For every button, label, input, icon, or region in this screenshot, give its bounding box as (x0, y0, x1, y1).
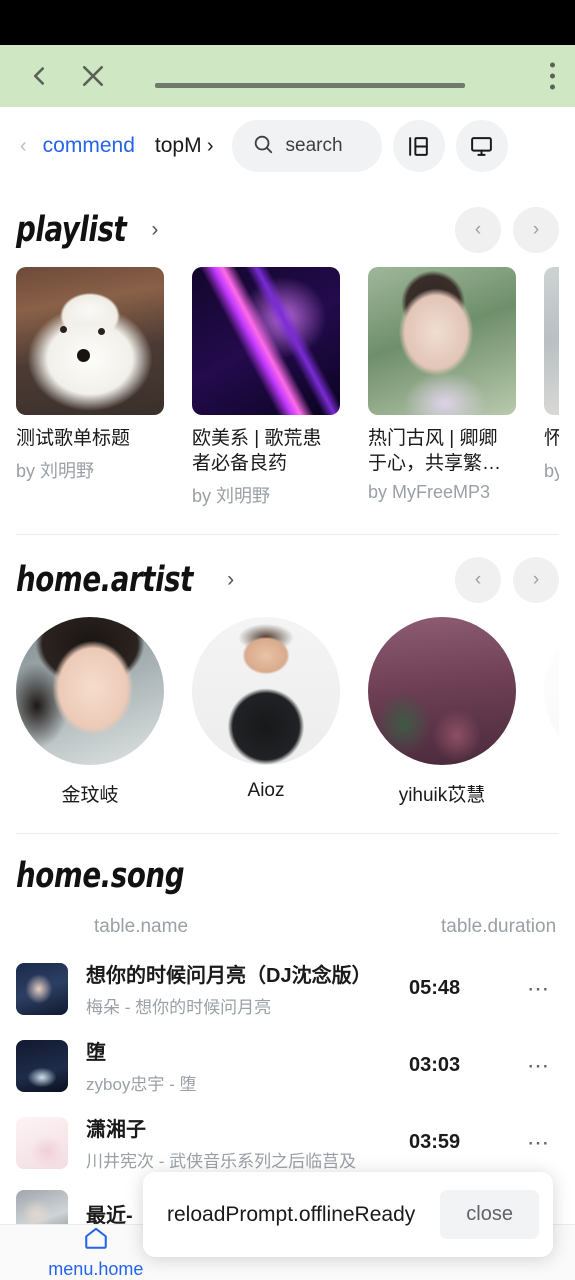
search-placeholder: search (285, 135, 343, 156)
artist-title: home.artist (16, 560, 193, 601)
artist-card[interactable]: yihuik苡慧 (368, 617, 516, 807)
song-title: 堕 (86, 1042, 106, 1065)
song-subtitle: zyboy忠宇 - 堕 (86, 1075, 197, 1095)
song-title: home.song (16, 856, 185, 897)
playlist-card-author: by 刘 (544, 461, 559, 482)
tabs-scroll-left-icon[interactable]: ‹ (14, 136, 33, 156)
playlist-carousel[interactable]: 测试歌单标题 by 刘明野 欧美系 | 歌荒患者必备良药 by 刘明野 热门古风… (16, 267, 559, 508)
tab-recommend-label: commend (42, 134, 135, 157)
tabs-scroll-right-icon[interactable]: › (203, 136, 218, 156)
song-duration: 03:03 (409, 1054, 461, 1077)
search-icon (252, 133, 274, 160)
song-duration: 03:59 (409, 1131, 461, 1154)
tab-topmusic[interactable]: topM (145, 134, 203, 158)
playlist-card[interactable]: 热门古风 | 卿卿于心，共享繁… by MyFreeMP3 (368, 267, 516, 508)
more-horizontal-icon[interactable]: ⋯ (519, 976, 559, 1002)
playlist-card-author: by 刘明野 (16, 461, 95, 482)
song-title-group: home.song (16, 856, 207, 896)
playlist-next-button[interactable]: › (513, 207, 559, 253)
more-horizontal-icon[interactable]: ⋯ (519, 1053, 559, 1079)
song-meta: 潇湘子 川井宪次 - 武侠音乐系列之后临莒及 (86, 1113, 391, 1172)
playlist-card-author: by MyFreeMP3 (368, 482, 491, 503)
table-row[interactable]: 堕 zyboy忠宇 - 堕 03:03 ⋯ (16, 1027, 559, 1104)
artist-nav-buttons: ‹ › (455, 557, 559, 604)
status-bar (0, 0, 575, 45)
song-subtitle: 梅朵 - 想你的时候问月亮 (86, 998, 272, 1018)
sidebar-icon[interactable] (392, 120, 445, 172)
playlist-cover-image (16, 267, 164, 415)
artist-card[interactable]: 金玟岐 (16, 617, 164, 807)
more-vertical-icon[interactable] (550, 62, 555, 90)
tab-topmusic-label: topM (154, 134, 202, 157)
song-thumbnail (16, 1039, 68, 1092)
nav-item-home-label: menu.home (48, 1259, 144, 1279)
table-row[interactable]: 潇湘子 川井宪次 - 武侠音乐系列之后临莒及 03:59 ⋯ (16, 1104, 559, 1181)
song-thumbnail (16, 962, 68, 1015)
chevron-right-icon: › (227, 568, 235, 592)
song-meta: 堕 zyboy忠宇 - 堕 (86, 1036, 391, 1095)
song-thumbnail (16, 1116, 68, 1169)
avatar (368, 617, 516, 766)
playlist-cover-image (368, 267, 516, 415)
playlist-cover-image (192, 267, 340, 415)
artist-card[interactable]: Aioz (192, 617, 340, 807)
app-tab-bar: ‹ commend topM › search (0, 107, 575, 185)
song-title: 想你的时候问月亮（DJ沈念版） (86, 965, 372, 988)
monitor-icon[interactable] (455, 120, 508, 172)
artist-section-header: home.artist › ‹ › (16, 535, 559, 617)
playlist-section-header: playlist › ‹ › (16, 185, 559, 267)
tab-recommend[interactable]: commend (33, 134, 145, 158)
avatar (192, 617, 340, 766)
more-horizontal-icon[interactable]: ⋯ (519, 1130, 559, 1156)
artist-name: 金玟岐 (61, 785, 119, 807)
playlist-card[interactable]: 测试歌单标题 by 刘明野 (16, 267, 164, 508)
playlist-nav-buttons: ‹ › (455, 207, 559, 253)
home-icon (83, 1225, 109, 1256)
playlist-prev-button[interactable]: ‹ (455, 207, 501, 253)
playlist-card-title: 怀旧 | 时 (544, 426, 559, 451)
song-meta: 想你的时候问月亮（DJ沈念版） 梅朵 - 想你的时候问月亮 (86, 959, 391, 1018)
song-duration: 05:48 (409, 977, 461, 1000)
back-icon[interactable] (16, 53, 62, 99)
column-header-duration: table.duration (441, 916, 557, 938)
toast-message: reloadPrompt.offlineReady (167, 1202, 416, 1226)
song-title: 潇湘子 (86, 1119, 146, 1142)
playlist-card-title: 欧美系 | 歌荒患者必备良药 (192, 428, 322, 475)
search-input[interactable]: search (231, 120, 382, 172)
chevron-right-icon: › (151, 218, 159, 241)
table-row[interactable]: 想你的时候问月亮（DJ沈念版） 梅朵 - 想你的时候问月亮 05:48 ⋯ (16, 950, 559, 1027)
browser-toolbar (0, 45, 575, 107)
song-table-header: table.name table.duration (16, 900, 559, 950)
artist-section: home.artist › ‹ › 金玟岐 Aioz yihuik苡慧 (0, 535, 575, 807)
playlist-card-author: by 刘明野 (192, 486, 271, 507)
playlist-title: playlist (16, 210, 127, 250)
artist-carousel[interactable]: 金玟岐 Aioz yihuik苡慧 (16, 617, 559, 807)
toast-close-button[interactable]: close (440, 1190, 539, 1239)
playlist-card-title: 测试歌单标题 (16, 428, 131, 449)
song-section-header: home.song (16, 834, 559, 900)
playlist-card[interactable]: 怀旧 | 时 by 刘 (544, 267, 559, 508)
url-bar[interactable] (155, 83, 465, 88)
avatar (16, 617, 164, 766)
artist-title-group[interactable]: home.artist › (16, 560, 234, 600)
playlist-card-title: 热门古风 | 卿卿于心，共享繁… (368, 428, 502, 475)
column-header-name: table.name (94, 916, 189, 938)
artist-name: yihuik苡慧 (398, 785, 486, 807)
offline-ready-toast: reloadPrompt.offlineReady close (143, 1172, 553, 1257)
artist-prev-button[interactable]: ‹ (455, 557, 501, 604)
artist-name: Aioz (247, 780, 285, 802)
close-icon[interactable] (70, 53, 116, 99)
artist-card[interactable] (544, 617, 559, 807)
playlist-title-group[interactable]: playlist › (16, 210, 158, 250)
avatar (544, 617, 559, 766)
artist-next-button[interactable]: › (513, 557, 559, 604)
playlist-section: playlist › ‹ › 测试歌单标题 by 刘明野 欧美系 | 歌荒患者必… (0, 185, 575, 508)
song-subtitle: 川井宪次 - 武侠音乐系列之后临莒及 (86, 1152, 357, 1172)
playlist-cover-image (544, 267, 559, 415)
playlist-card[interactable]: 欧美系 | 歌荒患者必备良药 by 刘明野 (192, 267, 340, 508)
